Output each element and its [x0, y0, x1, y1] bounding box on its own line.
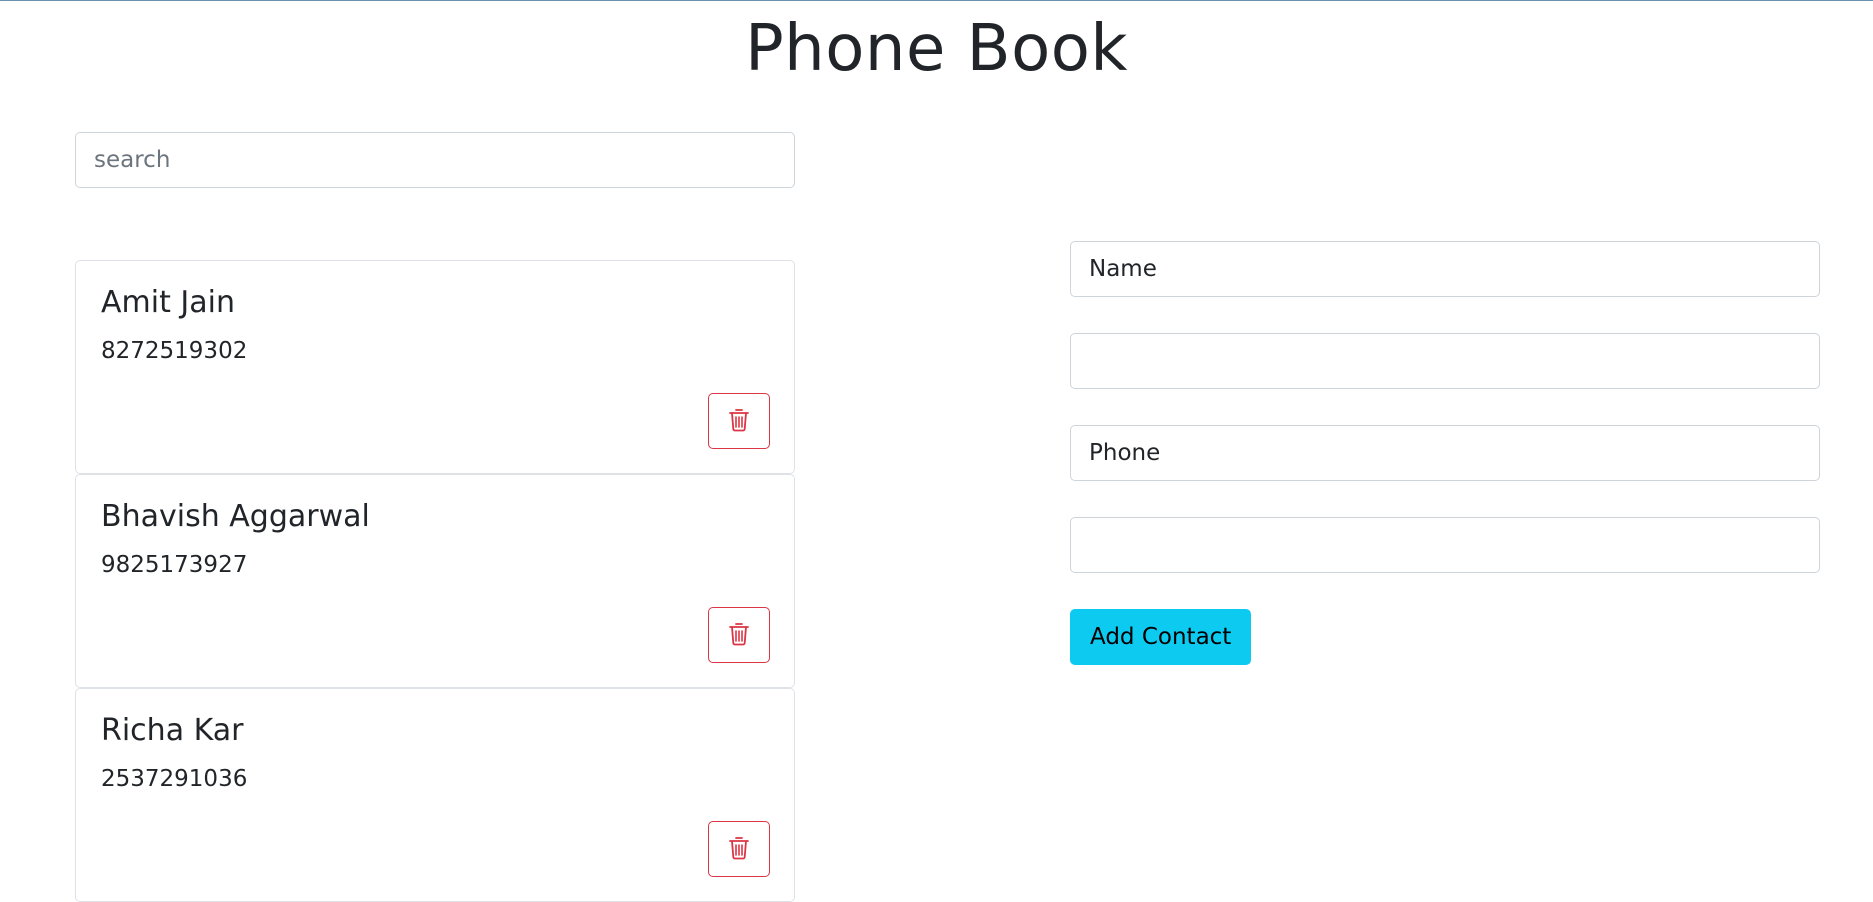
contact-phone: 9825173927 — [101, 552, 248, 578]
contact-name: Bhavish Aggarwal — [101, 499, 370, 534]
add-contact-button[interactable]: Add Contact — [1070, 609, 1252, 665]
page-title: Phone Book — [745, 12, 1128, 86]
contact-name: Amit Jain — [101, 285, 235, 320]
search-input[interactable] — [75, 132, 795, 188]
trash-icon — [729, 408, 749, 435]
contact-card: Bhavish Aggarwal 9825173927 — [75, 474, 795, 688]
contact-phone: 2537291036 — [101, 766, 248, 792]
name-secondary-field[interactable] — [1070, 333, 1820, 389]
top-border — [0, 0, 1873, 1]
delete-contact-button[interactable] — [708, 821, 770, 877]
delete-contact-button[interactable] — [708, 607, 770, 663]
name-field[interactable] — [1070, 241, 1820, 297]
phone-field[interactable] — [1070, 425, 1820, 481]
trash-icon — [729, 836, 749, 863]
trash-icon — [729, 622, 749, 649]
contact-name: Richa Kar — [101, 713, 244, 748]
phone-secondary-field[interactable] — [1070, 517, 1820, 573]
contact-card: Amit Jain 8272519302 — [75, 260, 795, 474]
add-contact-form: Add Contact — [1070, 241, 1820, 665]
contact-list: Amit Jain 8272519302 Bhavish Aggarwal 98… — [75, 260, 795, 902]
contact-card: Richa Kar 2537291036 — [75, 688, 795, 902]
contact-phone: 8272519302 — [101, 338, 248, 364]
delete-contact-button[interactable] — [708, 393, 770, 449]
